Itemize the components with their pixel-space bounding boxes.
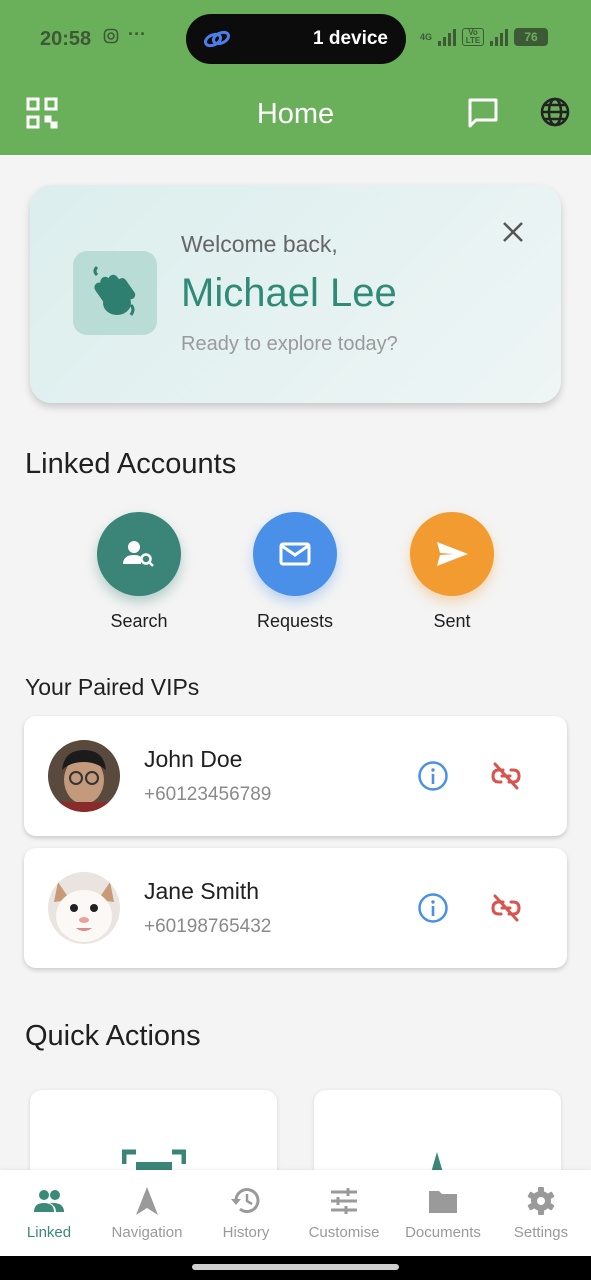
avatar <box>48 872 120 944</box>
vip-card[interactable]: Jane Smith +60198765432 <box>24 848 567 968</box>
instagram-icon <box>103 28 119 49</box>
nav-label: Settings <box>513 1224 569 1241</box>
welcome-card: Welcome back, Michael Lee Ready to explo… <box>30 185 561 403</box>
vip-phone: +60198765432 <box>144 916 272 937</box>
linked-accounts-heading: Linked Accounts <box>25 448 237 480</box>
nav-label: History <box>222 1224 270 1241</box>
status-bar: 20:58 ··· 1 device 4G Vo LTE 76 <box>0 0 591 78</box>
volte-tag: Vo LTE <box>462 28 485 46</box>
app-bar: Home <box>0 78 591 155</box>
page-title: Home <box>256 98 335 130</box>
nav-label: Documents <box>405 1224 481 1241</box>
network-tag: 4G <box>420 32 433 42</box>
requests-label: Requests <box>256 611 334 631</box>
history-icon <box>231 1188 260 1213</box>
vip-card[interactable]: John Doe +60123456789 <box>24 716 567 836</box>
avatar <box>48 740 120 812</box>
globe-icon[interactable] <box>539 96 573 130</box>
people-icon <box>34 1190 64 1212</box>
more-notifications-icon: ··· <box>128 24 146 44</box>
person-search-icon <box>123 541 154 567</box>
status-indicators: 4G Vo LTE 76 <box>420 28 549 46</box>
requests-button[interactable] <box>253 512 337 596</box>
pill-label: 1 device <box>313 28 388 49</box>
info-icon[interactable] <box>417 892 449 929</box>
nav-label: Customise <box>308 1224 380 1241</box>
signal-icon-2 <box>490 28 509 46</box>
link-icon <box>202 26 232 57</box>
close-icon[interactable] <box>500 219 526 245</box>
vip-phone: +60123456789 <box>144 784 272 805</box>
unlink-icon[interactable] <box>489 892 523 929</box>
search-button[interactable] <box>97 512 181 596</box>
nav-item-linked[interactable]: Linked <box>0 1170 98 1256</box>
send-icon <box>437 542 468 566</box>
nav-item-navigation[interactable]: Navigation <box>98 1170 196 1256</box>
nav-item-customise[interactable]: Customise <box>295 1170 393 1256</box>
connected-devices-pill[interactable]: 1 device <box>186 14 406 64</box>
vip-name: Jane Smith <box>144 878 260 904</box>
battery-indicator: 76 <box>514 28 549 46</box>
status-time: 20:58 <box>40 28 92 50</box>
nav-label: Linked <box>26 1224 72 1241</box>
quick-actions-heading: Quick Actions <box>25 1020 201 1052</box>
sliders-icon <box>331 1188 357 1214</box>
nav-label: Navigation <box>111 1224 183 1241</box>
system-gesture-area <box>0 1256 591 1280</box>
chat-icon[interactable] <box>466 96 500 130</box>
paired-vips-heading: Your Paired VIPs <box>25 674 200 700</box>
user-name: Michael Lee <box>181 271 397 315</box>
folder-icon <box>429 1191 457 1213</box>
nav-item-settings[interactable]: Settings <box>492 1170 590 1256</box>
search-label: Search <box>110 611 168 631</box>
vip-name: John Doe <box>144 746 243 772</box>
welcome-subtitle: Ready to explore today? <box>181 333 398 355</box>
unlink-icon[interactable] <box>489 760 523 797</box>
waving-hand-icon <box>73 251 157 335</box>
bottom-nav: Linked Navigation History Customise Docu… <box>0 1170 591 1256</box>
info-icon[interactable] <box>417 760 449 797</box>
home-gesture-bar[interactable] <box>192 1264 399 1270</box>
welcome-greeting: Welcome back, <box>181 231 338 257</box>
sent-label: Sent <box>433 611 471 631</box>
nav-item-history[interactable]: History <box>197 1170 295 1256</box>
gear-icon <box>527 1187 555 1215</box>
mail-icon <box>279 542 311 566</box>
signal-icon <box>438 28 457 46</box>
navigation-arrow-icon <box>136 1187 158 1215</box>
sent-button[interactable] <box>410 512 494 596</box>
nav-item-documents[interactable]: Documents <box>394 1170 492 1256</box>
